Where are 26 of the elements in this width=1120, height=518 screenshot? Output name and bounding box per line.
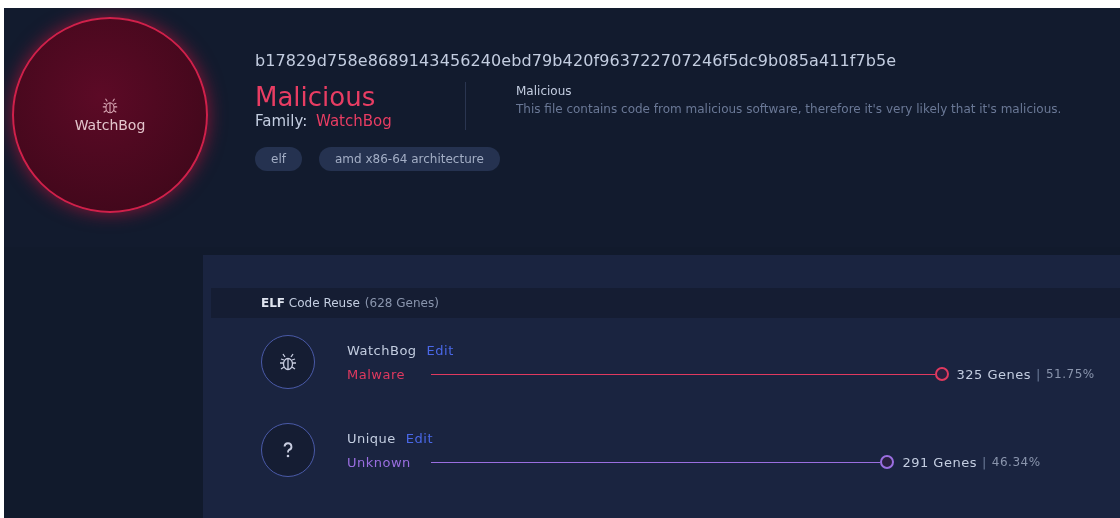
file-hash: b17829d758e8689143456240ebd79b420f963722707246f5dc9b085a411f7b5e — [255, 51, 898, 70]
edit-link[interactable]: Edit — [405, 430, 434, 446]
question-icon — [282, 441, 294, 459]
category-label: Malware — [347, 366, 406, 382]
family-name: WatchBog — [74, 117, 146, 133]
family-value: WatchBog — [316, 112, 392, 130]
category-label: Unknown — [347, 454, 412, 470]
bug-icon — [278, 352, 298, 372]
separator: | — [981, 454, 987, 470]
bug-icon — [101, 97, 119, 115]
gene-count: 291 Genes — [902, 454, 977, 470]
verdict-description: This file contains code from malicious software, therefore it's very likely that it's malicious. — [516, 102, 1062, 116]
gene-count: 325 Genes — [956, 366, 1032, 382]
family-name: Unique — [347, 430, 396, 446]
tag: amd x86-64 architecture — [318, 147, 500, 171]
gene-percent: 51.75% — [1045, 367, 1095, 381]
separator: | — [1036, 366, 1041, 382]
tag: elf — [255, 147, 302, 171]
gene-count: (628 Genes) — [364, 296, 439, 310]
family-name: WatchBog — [347, 342, 417, 358]
edit-link[interactable]: Edit — [426, 342, 454, 358]
gene-percent: 46.34% — [991, 455, 1041, 469]
verdict-heading: Malicious — [516, 84, 573, 98]
verdict-title: Malicious — [255, 82, 377, 112]
section-title: ELF Code Reuse — [261, 296, 360, 310]
family-label: Family: — [255, 112, 308, 130]
